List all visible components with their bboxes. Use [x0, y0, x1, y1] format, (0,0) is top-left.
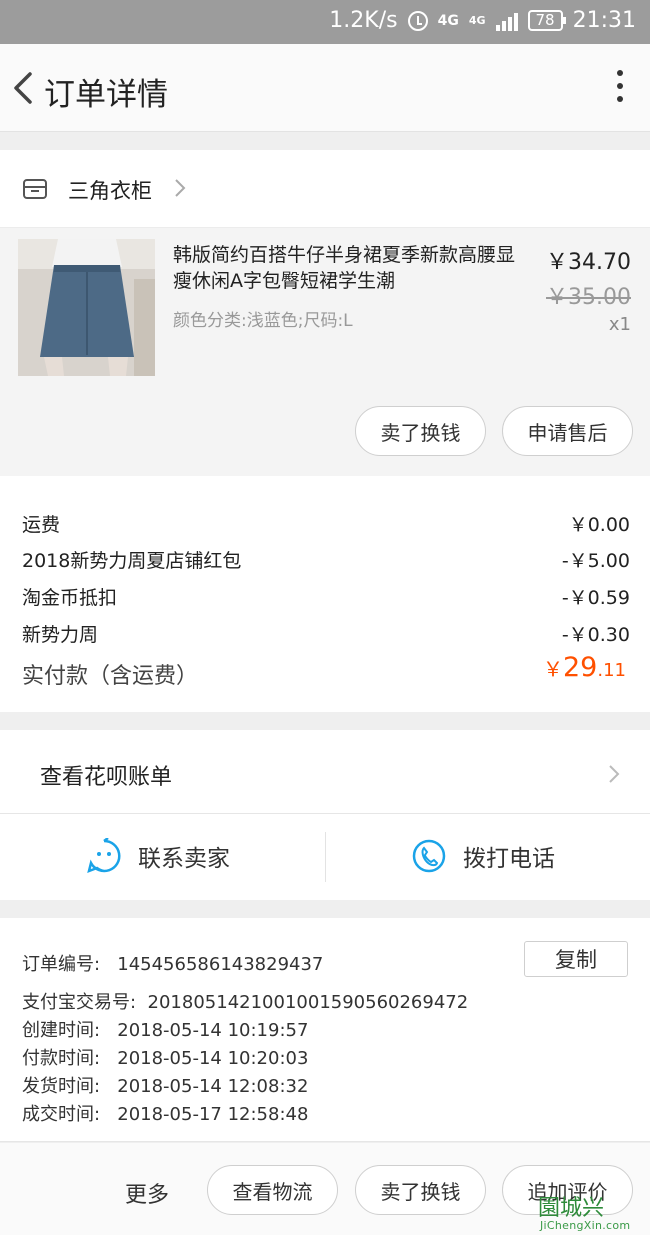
fee-row: 新势力周 -￥0.30 — [22, 620, 630, 647]
network-type-side: 4G — [468, 13, 486, 27]
order-item: 韩版简约百搭牛仔半身裙夏季新款高腰显瘦休闲A字包臀短裙学生潮 颜色分类:浅蓝色;… — [0, 228, 650, 476]
page-title: 订单详情 — [44, 77, 168, 113]
order-number-row: 订单编号: 145456586143829437 — [22, 950, 323, 976]
view-logistics-button[interactable]: 查看物流 — [207, 1165, 338, 1215]
watermark: 園城兴 JiChengXin.com — [532, 1188, 650, 1235]
huabei-label: 查看花呗账单 — [40, 765, 173, 790]
fee-amount: ￥0.00 — [568, 514, 630, 536]
fee-row: 淘金币抵扣 -￥0.59 — [22, 583, 630, 610]
fee-row: 运费 ￥0.00 — [22, 510, 630, 537]
store-name: 三角衣柜 — [68, 179, 152, 203]
phone-icon — [412, 839, 446, 873]
product-image[interactable] — [18, 239, 155, 376]
contact-bar: 联系卖家 拨打电话 — [0, 814, 650, 900]
total-amount: ￥29.11 — [543, 652, 626, 683]
total-row: 实付款（含运费） ￥29.11 — [22, 652, 630, 690]
status-bar-right: 1.2K/s 4G 4G 78 21:31 — [329, 8, 636, 33]
total-decimal: .11 — [597, 660, 626, 681]
page-header: 订单详情 — [0, 44, 650, 132]
shipped-time-label: 发货时间: — [22, 1076, 101, 1097]
created-time-row: 创建时间: 2018-05-14 10:19:57 — [22, 1016, 308, 1042]
watermark-url: JiChengXin.com — [540, 1219, 631, 1232]
paid-time-value: 2018-05-14 10:20:03 — [117, 1048, 309, 1069]
status-bar: 1.2K/s 4G 4G 78 21:31 — [0, 0, 650, 44]
order-info: 订单编号: 145456586143829437 复制 支付宝交易号: 2018… — [0, 918, 650, 1142]
divider — [325, 832, 326, 882]
fee-amount: -￥0.30 — [561, 624, 630, 646]
network-speed: 1.2K/s — [329, 8, 398, 33]
order-number-value: 145456586143829437 — [117, 954, 324, 975]
network-type: 4G — [438, 14, 459, 28]
product-quantity: x1 — [608, 314, 631, 335]
store-row[interactable]: 三角衣柜 — [0, 150, 650, 228]
call-phone-label: 拨打电话 — [463, 846, 555, 872]
alipay-number-row: 支付宝交易号: 2018051421001001590560269472 — [22, 988, 468, 1014]
total-label: 实付款（含运费） — [22, 664, 199, 689]
apply-aftersale-button[interactable]: 申请售后 — [502, 406, 633, 456]
total-integer: 29 — [563, 652, 598, 683]
created-time-value: 2018-05-14 10:19:57 — [117, 1020, 309, 1041]
chevron-right-icon — [609, 765, 620, 783]
contact-seller-button[interactable]: 联系卖家 — [86, 838, 230, 874]
shipped-time-value: 2018-05-14 12:08:32 — [117, 1076, 309, 1097]
product-sku: 颜色分类:浅蓝色;尺码:L — [173, 311, 353, 331]
huabei-bill-row[interactable]: 查看花呗账单 — [0, 730, 650, 814]
fee-label: 2018新势力周夏店铺红包 — [22, 550, 242, 572]
product-price: ￥34.70 — [546, 250, 631, 275]
chevron-left-icon[interactable] — [8, 66, 44, 110]
chevron-right-icon — [175, 179, 186, 197]
product-original-price: ￥35.00 — [546, 285, 631, 310]
completed-time-value: 2018-05-17 12:58:48 — [117, 1104, 309, 1125]
alipay-number-label: 支付宝交易号: — [22, 992, 137, 1013]
fee-label: 新势力周 — [22, 624, 99, 646]
fee-amount: -￥0.59 — [561, 587, 630, 609]
chat-icon — [87, 838, 121, 874]
total-currency: ￥ — [543, 657, 563, 681]
sell-for-cash-button[interactable]: 卖了换钱 — [355, 406, 486, 456]
copy-button[interactable]: 复制 — [524, 941, 628, 977]
product-title[interactable]: 韩版简约百搭牛仔半身裙夏季新款高腰显瘦休闲A字包臀短裙学生潮 — [173, 242, 528, 294]
more-button[interactable]: 更多 — [125, 1177, 169, 1209]
signal-icon — [495, 11, 518, 31]
watermark-logo: 園城兴 — [538, 1196, 605, 1221]
fee-label: 运费 — [22, 514, 61, 536]
clock: 21:31 — [572, 8, 636, 33]
fee-breakdown: 运费 ￥0.00 2018新势力周夏店铺红包 -￥5.00 淘金币抵扣 -￥0.… — [0, 476, 650, 712]
paid-time-label: 付款时间: — [22, 1048, 101, 1069]
created-time-label: 创建时间: — [22, 1020, 101, 1041]
order-number-label: 订单编号: — [22, 954, 101, 975]
fee-amount: -￥5.00 — [561, 550, 630, 572]
more-vertical-icon[interactable] — [614, 70, 626, 106]
completed-time-row: 成交时间: 2018-05-17 12:58:48 — [22, 1100, 308, 1126]
fee-row: 2018新势力周夏店铺红包 -￥5.00 — [22, 546, 630, 573]
network-type-secondary: 4G — [469, 14, 486, 28]
shipped-time-row: 发货时间: 2018-05-14 12:08:32 — [22, 1072, 308, 1098]
contact-seller-label: 联系卖家 — [138, 846, 230, 872]
sell-for-cash-button[interactable]: 卖了换钱 — [355, 1165, 486, 1215]
call-phone-button[interactable]: 拨打电话 — [411, 838, 555, 874]
alarm-icon — [407, 10, 428, 31]
store-icon — [23, 179, 47, 199]
fee-label: 淘金币抵扣 — [22, 587, 118, 609]
completed-time-label: 成交时间: — [22, 1104, 101, 1125]
paid-time-row: 付款时间: 2018-05-14 10:20:03 — [22, 1044, 308, 1070]
battery-level: 78 — [535, 11, 555, 29]
alipay-number-value: 2018051421001001590560269472 — [147, 992, 469, 1013]
network-type-top: 4G — [437, 12, 459, 29]
battery-icon: 78 — [527, 10, 566, 31]
